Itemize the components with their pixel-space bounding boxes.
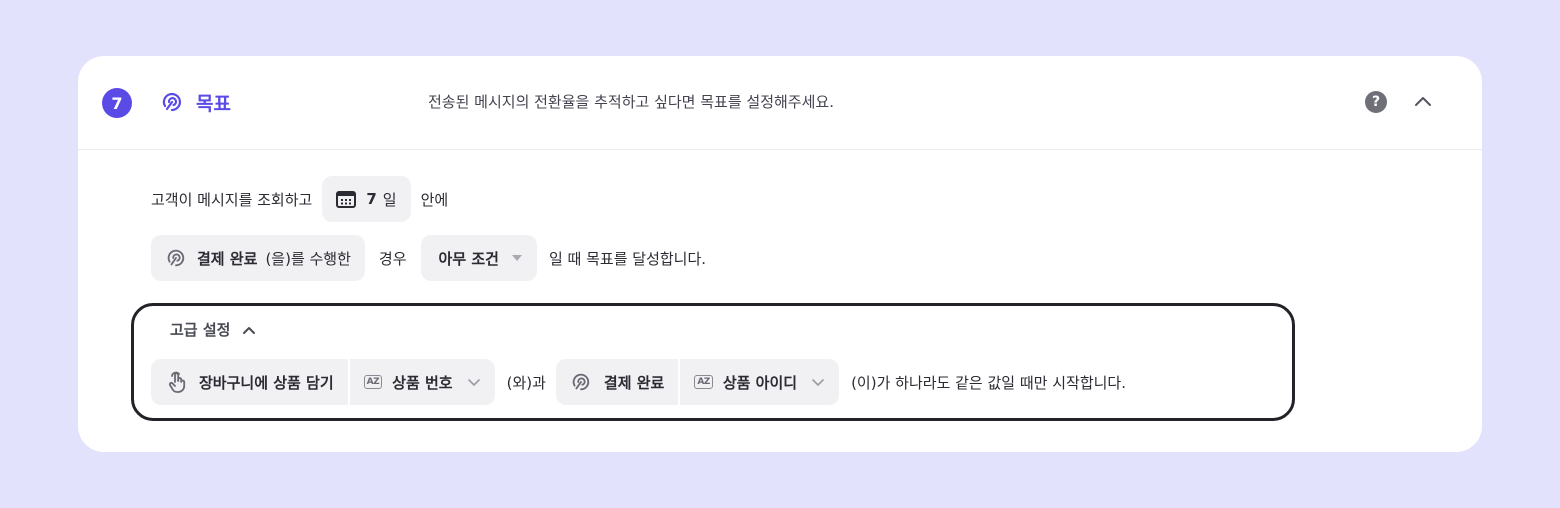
goal-event-suffix: (을)를 수행한 — [265, 249, 351, 268]
case-label: 경우 — [378, 249, 407, 268]
right-event-name: 결제 완료 — [603, 373, 665, 392]
left-event-name: 장바구니에 상품 담기 — [199, 373, 334, 392]
goal-conversion-icon — [162, 92, 181, 112]
left-event-property-group: 장바구니에 상품 담기 AZ 상품 번호 — [151, 359, 495, 405]
goal-conversion-icon — [167, 249, 185, 267]
chevron-up-icon — [243, 326, 256, 334]
chevron-down-icon — [467, 378, 480, 386]
goal-card-header[interactable]: 7 목표 전송된 메시지의 전환율을 추적하고 싶다면 목표를 설정해주세요. … — [78, 56, 1482, 150]
right-property-dropdown[interactable]: AZ 상품 아이디 — [678, 359, 840, 405]
step-number-badge: 7 — [102, 88, 132, 118]
connector-text: (와)과 — [506, 373, 546, 392]
view-period-prefix: 고객이 메시지를 조회하고 — [151, 190, 313, 209]
right-event-property-group: 결제 완료 AZ 상품 아이디 — [555, 359, 840, 405]
tap-hand-icon — [168, 371, 186, 393]
condition-value: 아무 조건 — [438, 249, 499, 268]
right-event-chip[interactable]: 결제 완료 — [555, 359, 679, 405]
days-picker[interactable]: 7 일 — [322, 176, 411, 222]
text-type-icon: AZ — [694, 375, 713, 389]
advanced-settings-row: 장바구니에 상품 담기 AZ 상품 번호 (와)과 결제 완료 AZ 상품 아이… — [151, 359, 1126, 405]
goal-conversion-icon — [572, 373, 590, 391]
text-type-icon: AZ — [363, 375, 383, 389]
advanced-settings-title: 고급 설정 — [170, 321, 231, 339]
chevron-up-icon[interactable] — [1412, 91, 1434, 113]
step-description: 전송된 메시지의 전환율을 추적하고 싶다면 목표를 설정해주세요. — [428, 93, 834, 111]
days-unit: 일 — [382, 190, 397, 209]
goal-event-name: 결제 완료 — [197, 249, 258, 268]
view-period-row: 고객이 메시지를 조회하고 7 일 안에 — [151, 176, 448, 222]
advanced-settings-toggle[interactable]: 고급 설정 — [170, 319, 256, 340]
goal-event-row: 결제 완료 (을)를 수행한 경우 아무 조건 일 때 목표를 달성합니다. — [151, 235, 706, 281]
right-property-name: 상품 아이디 — [722, 373, 798, 392]
chevron-down-icon — [812, 378, 824, 386]
calendar-icon — [336, 191, 357, 208]
left-event-chip[interactable]: 장바구니에 상품 담기 — [151, 359, 348, 405]
caret-down-icon — [511, 255, 522, 261]
step-title: 목표 — [196, 93, 231, 115]
left-property-name: 상품 번호 — [392, 373, 453, 392]
view-period-suffix: 안에 — [420, 190, 449, 209]
goal-card: 7 목표 전송된 메시지의 전환율을 추적하고 싶다면 목표를 설정해주세요. … — [78, 56, 1482, 452]
days-value: 7 — [366, 190, 377, 208]
question-circle-icon[interactable]: ? — [1365, 91, 1387, 113]
left-property-dropdown[interactable]: AZ 상품 번호 — [347, 359, 495, 405]
condition-dropdown[interactable]: 아무 조건 — [420, 235, 537, 281]
goal-event-row-suffix: 일 때 목표를 달성합니다. — [548, 249, 707, 268]
advanced-settings-suffix: (이)가 하나라도 같은 값일 때만 시작합니다. — [851, 373, 1126, 392]
goal-event-chip[interactable]: 결제 완료 (을)를 수행한 — [151, 235, 365, 281]
